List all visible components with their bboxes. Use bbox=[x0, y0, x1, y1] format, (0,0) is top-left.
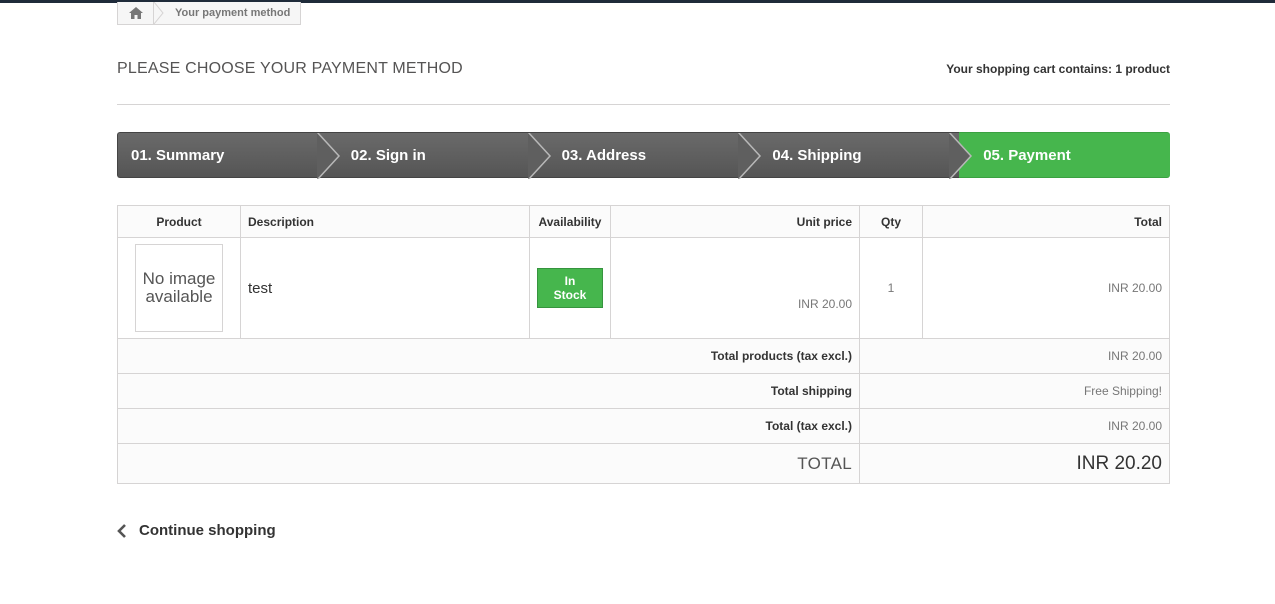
availability-cell: In Stock bbox=[529, 237, 611, 339]
header-product: Product bbox=[117, 205, 241, 238]
home-icon bbox=[128, 7, 143, 19]
unit-price: INR 20.00 bbox=[610, 237, 860, 339]
table-row: No image available test In Stock INR 20.… bbox=[117, 237, 1170, 339]
step-arrow-icon bbox=[738, 133, 762, 179]
page-title: PLEASE CHOOSE YOUR PAYMENT METHOD bbox=[117, 60, 463, 77]
table-header-row: Product Description Availability Unit pr… bbox=[117, 205, 1170, 238]
step-arrow-icon bbox=[527, 133, 551, 179]
summary-row-grand-total: TOTAL INR 20.20 bbox=[117, 443, 1170, 484]
header-availability: Availability bbox=[529, 205, 611, 238]
chevron-left-icon bbox=[117, 523, 126, 538]
product-image-cell: No image available bbox=[117, 237, 241, 339]
checkout-steps: 01. Summary 02. Sign in 03. Address 04. … bbox=[117, 132, 1170, 179]
line-total: INR 20.00 bbox=[922, 237, 1170, 339]
header-qty: Qty bbox=[859, 205, 923, 238]
step-sign-in[interactable]: 02. Sign in bbox=[326, 132, 551, 179]
total-shipping-value: Free Shipping! bbox=[859, 373, 1170, 409]
product-name-link[interactable]: test bbox=[248, 280, 272, 297]
cart-table: Product Description Availability Unit pr… bbox=[117, 205, 1170, 484]
product-image-placeholder[interactable]: No image available bbox=[135, 244, 223, 332]
header-total: Total bbox=[922, 205, 1170, 238]
total-tax-excl-value: INR 20.00 bbox=[859, 408, 1170, 444]
breadcrumb: Your payment method bbox=[117, 2, 302, 25]
quantity-value: 1 bbox=[859, 237, 923, 339]
header-description: Description bbox=[240, 205, 530, 238]
total-products-label: Total products (tax excl.) bbox=[117, 338, 860, 374]
total-products-value: INR 20.00 bbox=[859, 338, 1170, 374]
grand-total-label: TOTAL bbox=[117, 443, 860, 484]
page-heading: PLEASE CHOOSE YOUR PAYMENT METHOD Your s… bbox=[117, 60, 1170, 105]
step-summary[interactable]: 01. Summary bbox=[117, 132, 340, 179]
continue-shopping-label: Continue shopping bbox=[139, 522, 276, 539]
summary-row-products: Total products (tax excl.) INR 20.00 bbox=[117, 338, 1170, 374]
product-description-cell: test bbox=[240, 237, 530, 339]
grand-total-value: INR 20.20 bbox=[859, 443, 1170, 484]
step-label: 04. Shipping bbox=[772, 146, 862, 164]
header-unit-price: Unit price bbox=[610, 205, 860, 238]
total-tax-excl-label: Total (tax excl.) bbox=[117, 408, 860, 444]
breadcrumb-current: Your payment method bbox=[175, 7, 291, 19]
breadcrumb-separator-icon bbox=[154, 2, 164, 24]
summary-row-tax-excl: Total (tax excl.) INR 20.00 bbox=[117, 408, 1170, 444]
continue-shopping-link[interactable]: Continue shopping bbox=[117, 522, 276, 539]
in-stock-badge: In Stock bbox=[537, 268, 603, 308]
cart-summary: Your shopping cart contains: 1 product bbox=[946, 62, 1170, 76]
summary-row-shipping: Total shipping Free Shipping! bbox=[117, 373, 1170, 409]
breadcrumb-home-link[interactable] bbox=[118, 2, 154, 24]
step-label: 05. Payment bbox=[983, 146, 1071, 164]
step-shipping[interactable]: 04. Shipping bbox=[748, 132, 973, 179]
step-label: 02. Sign in bbox=[350, 146, 426, 164]
step-label: 01. Summary bbox=[131, 146, 225, 164]
step-arrow-icon bbox=[949, 133, 973, 179]
step-label: 03. Address bbox=[561, 146, 647, 164]
step-address[interactable]: 03. Address bbox=[537, 132, 762, 179]
step-payment: 05. Payment bbox=[959, 132, 1170, 178]
total-shipping-label: Total shipping bbox=[117, 373, 860, 409]
step-arrow-icon bbox=[316, 133, 340, 179]
